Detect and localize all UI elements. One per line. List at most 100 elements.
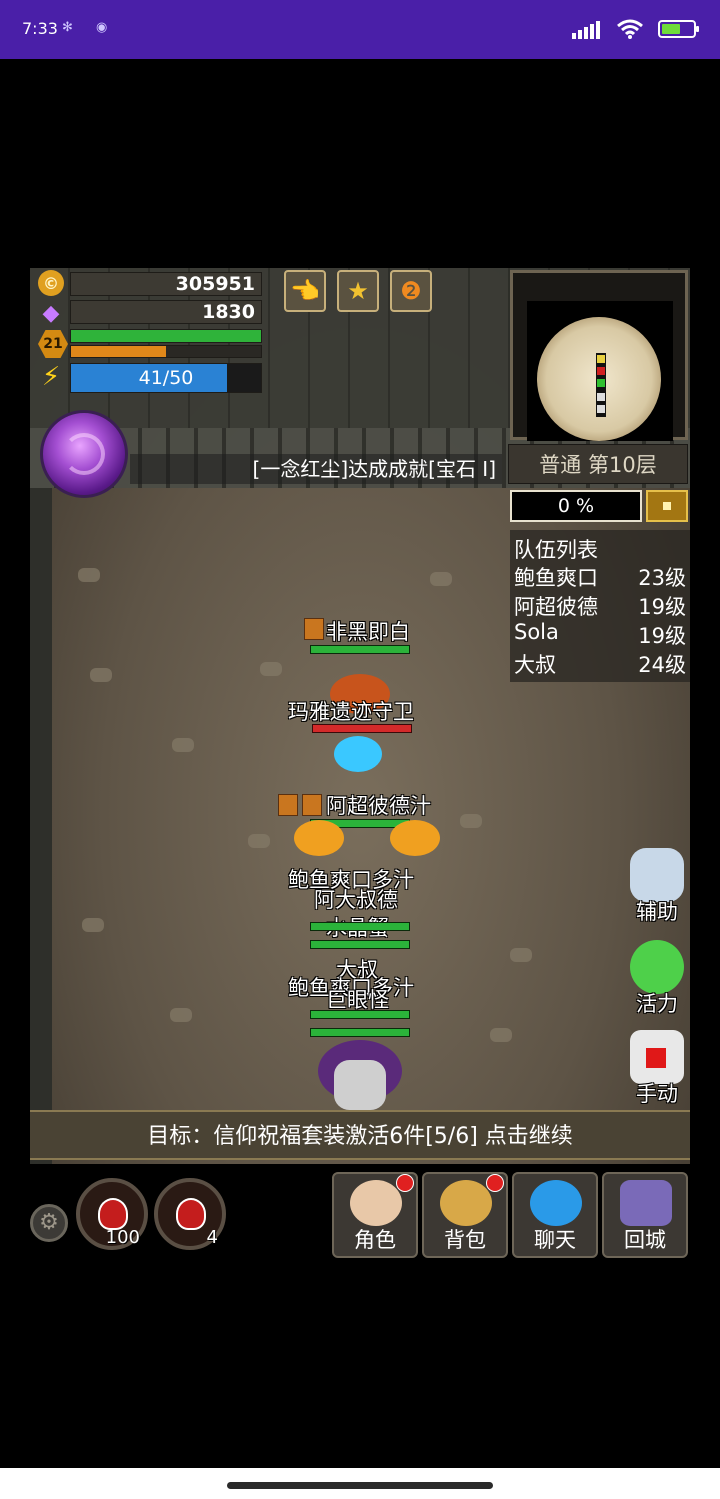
player-hp-bar [310, 1010, 410, 1019]
energy-bar: 41/50 [70, 363, 262, 393]
team-member-row[interactable]: 大叔 24级 [514, 649, 686, 677]
smiley-icon [630, 940, 684, 994]
bag-button[interactable]: 背包 [422, 1172, 508, 1258]
team-member-row[interactable]: 阿超彼德 19级 [514, 591, 686, 619]
home-indicator[interactable] [227, 1482, 493, 1489]
app-notification-icon: ✻ [62, 20, 73, 35]
gold-value: 305951 [70, 272, 262, 296]
monster-name[interactable]: 玛雅遗迹守卫 [288, 696, 414, 726]
team-member-level: 19级 [638, 624, 686, 648]
quest-objective-bar[interactable]: 目标：信仰祝福套装激活6件[5/6] 点击继续 [30, 1110, 690, 1160]
rank-medal-button[interactable]: ❷ [390, 270, 432, 312]
minimap-marker [597, 355, 605, 363]
level-row: 21 [38, 330, 68, 358]
vitality-label: 活力 [636, 992, 678, 1016]
manual-button[interactable]: 手动 [626, 1030, 688, 1108]
hand-icon: 👈 [290, 277, 320, 305]
fire-wing-sprite [294, 820, 344, 856]
achievement-message: [一念红尘]达成成就[宝石 I] [130, 454, 502, 484]
blue-orb-sprite [334, 736, 382, 772]
minimap-marker [597, 379, 605, 387]
floor-label: 普通 第10层 [508, 444, 688, 484]
team-member-row[interactable]: Sola 19级 [514, 620, 686, 648]
chat-button[interactable]: 聊天 [512, 1172, 598, 1258]
hand-button[interactable]: 👈 [284, 270, 326, 312]
mp-potion-count: 4 [206, 1227, 218, 1248]
player-name[interactable]: 非黑即白 [326, 616, 410, 646]
floor-rock [170, 1008, 192, 1022]
fire-wing-sprite [390, 820, 440, 856]
minimap-marker [597, 405, 605, 413]
floor-rock [260, 662, 282, 676]
minimap-party-track [596, 353, 606, 417]
floor-rock [82, 918, 104, 932]
battery-fill [662, 24, 680, 34]
team-member-level: 24级 [638, 653, 686, 677]
player-name[interactable]: 阿大叔德 [314, 884, 398, 914]
level-badge-icon: 21 [38, 330, 68, 358]
exp-bar-fill [71, 346, 166, 357]
team-member-row[interactable]: 鲍鱼爽口 23级 [514, 562, 686, 590]
bag-label: 背包 [444, 1228, 486, 1252]
notification-dot [486, 1174, 504, 1192]
guild-flag-icon [304, 618, 324, 640]
gem-value: 1830 [70, 300, 262, 324]
diamond-icon: ◆ [42, 300, 60, 326]
treasure-chest-icon[interactable] [646, 490, 688, 522]
exp-bar [70, 345, 262, 358]
lightning-icon: ⚡ [41, 362, 61, 392]
floor-rock [460, 814, 482, 828]
monster-hp-bar [312, 724, 412, 733]
character-portrait-icon [350, 1180, 402, 1226]
wifi-icon [617, 19, 643, 39]
monster-hp-bar [310, 940, 410, 949]
player-sprite [334, 1060, 386, 1110]
chat-label: 聊天 [534, 1228, 576, 1252]
team-list-title: 队伍列表 [514, 538, 598, 562]
return-arrow-icon [620, 1180, 672, 1226]
game-viewport[interactable]: © 305951 ◆ 1830 21 ⚡ 41/50 👈 ★ ❷ [一念红尘]达… [30, 268, 690, 1258]
floor-rock [90, 668, 112, 682]
assist-button[interactable]: 辅助 [626, 848, 688, 926]
signal-icon [572, 19, 602, 39]
gem-row: ◆ [38, 300, 64, 326]
team-list-panel[interactable]: 队伍列表 鲍鱼爽口 23级 阿超彼德 19级 Sola 19级 大叔 24级 [510, 530, 690, 682]
floor-rock [78, 568, 100, 582]
star-medal-button[interactable]: ★ [337, 270, 379, 312]
minimap[interactable] [510, 270, 688, 441]
team-member-name: 阿超彼德 [514, 595, 598, 619]
vitality-button[interactable]: 活力 [626, 940, 688, 1018]
app-notification-icon-2: ◉ [96, 20, 108, 35]
tv-screen [646, 1048, 666, 1068]
battery-icon [658, 20, 699, 38]
return-city-label: 回城 [624, 1228, 666, 1252]
team-member-name: 鲍鱼爽口 [514, 566, 598, 590]
settings-gear-icon[interactable]: ⚙ [30, 1204, 68, 1242]
team-member-name: 大叔 [514, 653, 556, 677]
rank-2-medal-icon: ❷ [400, 277, 422, 305]
guild-flag-icon [278, 794, 298, 816]
monster-hp-bar [310, 1028, 410, 1037]
mp-potion-slot[interactable]: 4 [154, 1178, 226, 1250]
floor-rock [248, 834, 270, 848]
skill-orb[interactable] [40, 410, 128, 498]
mp-potion-icon [176, 1198, 206, 1230]
team-member-level: 23级 [638, 566, 686, 590]
player-name[interactable]: 阿超彼德汁 [326, 790, 431, 820]
floor-rock [510, 948, 532, 962]
floor-progress: 0 % [510, 490, 642, 522]
hp-bar-fill [71, 330, 261, 342]
minimap-marker [597, 367, 605, 375]
status-time: 7:33 [22, 19, 58, 38]
manual-label: 手动 [636, 1082, 678, 1106]
energy-row: ⚡ [38, 362, 64, 392]
hp-potion-count: 100 [105, 1227, 140, 1248]
hp-potion-slot[interactable]: 100 [76, 1178, 148, 1250]
return-city-button[interactable]: 回城 [602, 1172, 688, 1258]
team-member-level: 19级 [638, 595, 686, 619]
team-member-name: Sola [514, 620, 559, 644]
gold-row: © [38, 270, 64, 296]
character-button[interactable]: 角色 [332, 1172, 418, 1258]
hp-bar [70, 329, 262, 343]
minimap-marker [597, 393, 605, 401]
